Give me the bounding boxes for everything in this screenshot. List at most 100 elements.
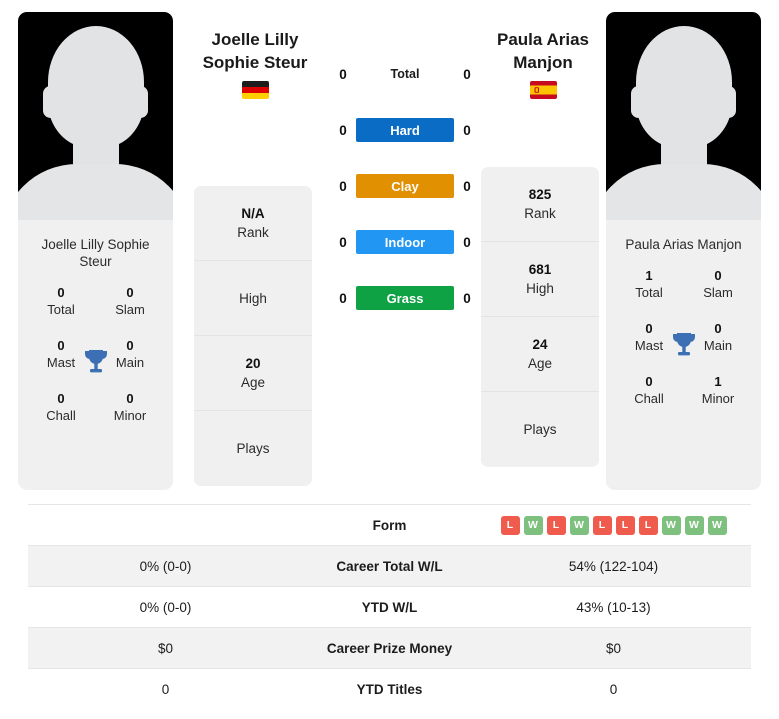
- stat-value: 1: [714, 374, 722, 389]
- h2h-left-count: 0: [339, 122, 347, 138]
- stat-left-value: 0% (0-0): [139, 599, 192, 615]
- stat-right-value: 54% (122-104): [568, 558, 659, 574]
- titles-row: 0 Total 0 Slam: [24, 284, 167, 319]
- info-age: 24 Age: [481, 317, 599, 392]
- stat-label: Slam: [703, 285, 733, 300]
- stat-left-value: 0% (0-0): [139, 558, 192, 574]
- form-badge-loss: L: [638, 515, 658, 535]
- form-badge-loss: L: [500, 515, 520, 535]
- form-badge-loss: L: [592, 515, 612, 535]
- form-badge-win: W: [661, 515, 681, 535]
- player-comparison-panel: Joelle Lilly Sophie Steur 0 Total 0 Slam…: [0, 0, 779, 500]
- surface-row-clay: 0 Clay 0: [330, 174, 480, 198]
- stat-value: 0: [57, 285, 65, 300]
- stat-slam: 0 Slam: [689, 267, 747, 302]
- stat-value: 0: [645, 374, 653, 389]
- info-value: 681: [528, 261, 552, 277]
- stat-label: Total: [635, 285, 663, 300]
- stat-label: Minor: [113, 408, 147, 423]
- titles-row: 0 Chall 0 Minor: [24, 390, 167, 425]
- stat-label: Slam: [115, 302, 145, 317]
- stat-row-label: Career Prize Money: [326, 640, 453, 656]
- player-info-card-left[interactable]: N/A Rank High 20 Age Plays: [194, 186, 312, 486]
- avatar-ear-left-icon: [43, 86, 58, 118]
- stat-row-label: YTD Titles: [356, 681, 423, 697]
- stat-slam: 0 Slam: [101, 284, 159, 319]
- player-card-left[interactable]: Joelle Lilly Sophie Steur 0 Total 0 Slam…: [18, 12, 173, 490]
- stat-value: 0: [126, 285, 134, 300]
- stat-row-label: Career Total W/L: [336, 558, 443, 574]
- stat-chall: 0 Chall: [620, 373, 678, 408]
- form-badge-win: W: [684, 515, 704, 535]
- form-left-cell: [28, 505, 303, 546]
- avatar-body-icon: [18, 164, 173, 220]
- stat-left-value: 0: [161, 681, 170, 697]
- info-label: Age: [527, 355, 553, 371]
- stat-label: Main: [115, 355, 145, 370]
- info-label: Age: [240, 374, 266, 390]
- info-label: High: [239, 290, 267, 306]
- avatar-ear-left-icon: [631, 86, 646, 118]
- stat-chall: 0 Chall: [32, 390, 90, 425]
- info-value: 24: [532, 336, 548, 352]
- table-row-form: Form LWLWLLLWWW: [28, 504, 751, 546]
- stat-minor: 1 Minor: [689, 373, 747, 408]
- surface-row-grass: 0 Grass 0: [330, 286, 480, 310]
- germany-flag-icon: [241, 81, 269, 99]
- stat-total: 0 Total: [32, 284, 90, 319]
- player-photo-left: [18, 12, 173, 220]
- info-plays: Plays: [481, 392, 599, 467]
- player-titles-right: 1 Total 0 Slam 0 Mast 0 Main 0 Chall 1 M…: [606, 253, 761, 490]
- form-label: Form: [372, 517, 407, 533]
- stat-right-value: 0: [609, 681, 618, 697]
- player-titles-left: 0 Total 0 Slam 0 Mast 0 Main 0 Chall 0 M…: [18, 270, 173, 490]
- surface-label-grass[interactable]: Grass: [356, 286, 454, 310]
- player-card-name-right: Paula Arias Manjon: [625, 237, 742, 252]
- stat-label: Chall: [634, 391, 664, 406]
- player-info-card-right[interactable]: 825 Rank 681 High 24 Age Plays: [481, 167, 599, 467]
- form-badge-win: W: [707, 515, 727, 535]
- player-photo-right: [606, 12, 761, 220]
- stat-value: 0: [126, 391, 134, 406]
- info-value: 20: [245, 355, 261, 371]
- stat-main: 0 Main: [101, 337, 159, 372]
- stat-label: Total: [47, 302, 75, 317]
- table-row: 0% (0-0) YTD W/L 43% (10-13): [28, 586, 751, 628]
- info-age: 20 Age: [194, 336, 312, 411]
- stat-total: 1 Total: [620, 267, 678, 302]
- info-rank: N/A Rank: [194, 186, 312, 261]
- comparison-stats-table: Form LWLWLLLWWW 0% (0-0) Career Total W/…: [28, 504, 751, 710]
- titles-row: 0 Chall 1 Minor: [612, 373, 755, 408]
- player-name-line1: Joelle Lilly: [211, 30, 299, 49]
- avatar-head-icon: [635, 26, 732, 148]
- head-to-head-surfaces: 0 Total 0 0 Hard 0 0 Clay 0 0 Indoor 0 0…: [330, 62, 480, 310]
- h2h-right-count: 0: [463, 122, 471, 138]
- stat-value: 0: [714, 321, 722, 336]
- table-row: 0% (0-0) Career Total W/L 54% (122-104): [28, 545, 751, 587]
- stat-value: 0: [57, 391, 65, 406]
- surface-label-indoor[interactable]: Indoor: [356, 230, 454, 254]
- player-name-header-right: Paula Arias Manjon: [468, 28, 618, 99]
- surface-label-hard[interactable]: Hard: [356, 118, 454, 142]
- player-name-line1: Paula Arias: [497, 30, 589, 49]
- info-label: Rank: [524, 205, 556, 221]
- player-card-right[interactable]: Paula Arias Manjon 1 Total 0 Slam 0 Mast: [606, 12, 761, 490]
- form-badge-loss: L: [546, 515, 566, 535]
- info-label: Plays: [236, 441, 270, 456]
- info-value: 825: [528, 186, 552, 202]
- info-value: N/A: [241, 205, 265, 221]
- stat-value: 0: [714, 268, 722, 283]
- stat-row-label: YTD W/L: [361, 599, 418, 615]
- trophy-icon: [84, 350, 107, 373]
- stat-label: Mast: [634, 338, 664, 353]
- form-badge-loss: L: [615, 515, 635, 535]
- stat-label: Minor: [701, 391, 735, 406]
- stat-value: 0: [57, 338, 65, 353]
- h2h-left-count: 0: [339, 66, 347, 82]
- stat-label: Mast: [46, 355, 76, 370]
- surface-label-total: Total: [390, 67, 420, 81]
- info-label: Rank: [237, 224, 269, 240]
- surface-label-clay[interactable]: Clay: [356, 174, 454, 198]
- stat-right-value: 43% (10-13): [576, 599, 651, 615]
- stat-mast: 0 Mast: [620, 320, 678, 355]
